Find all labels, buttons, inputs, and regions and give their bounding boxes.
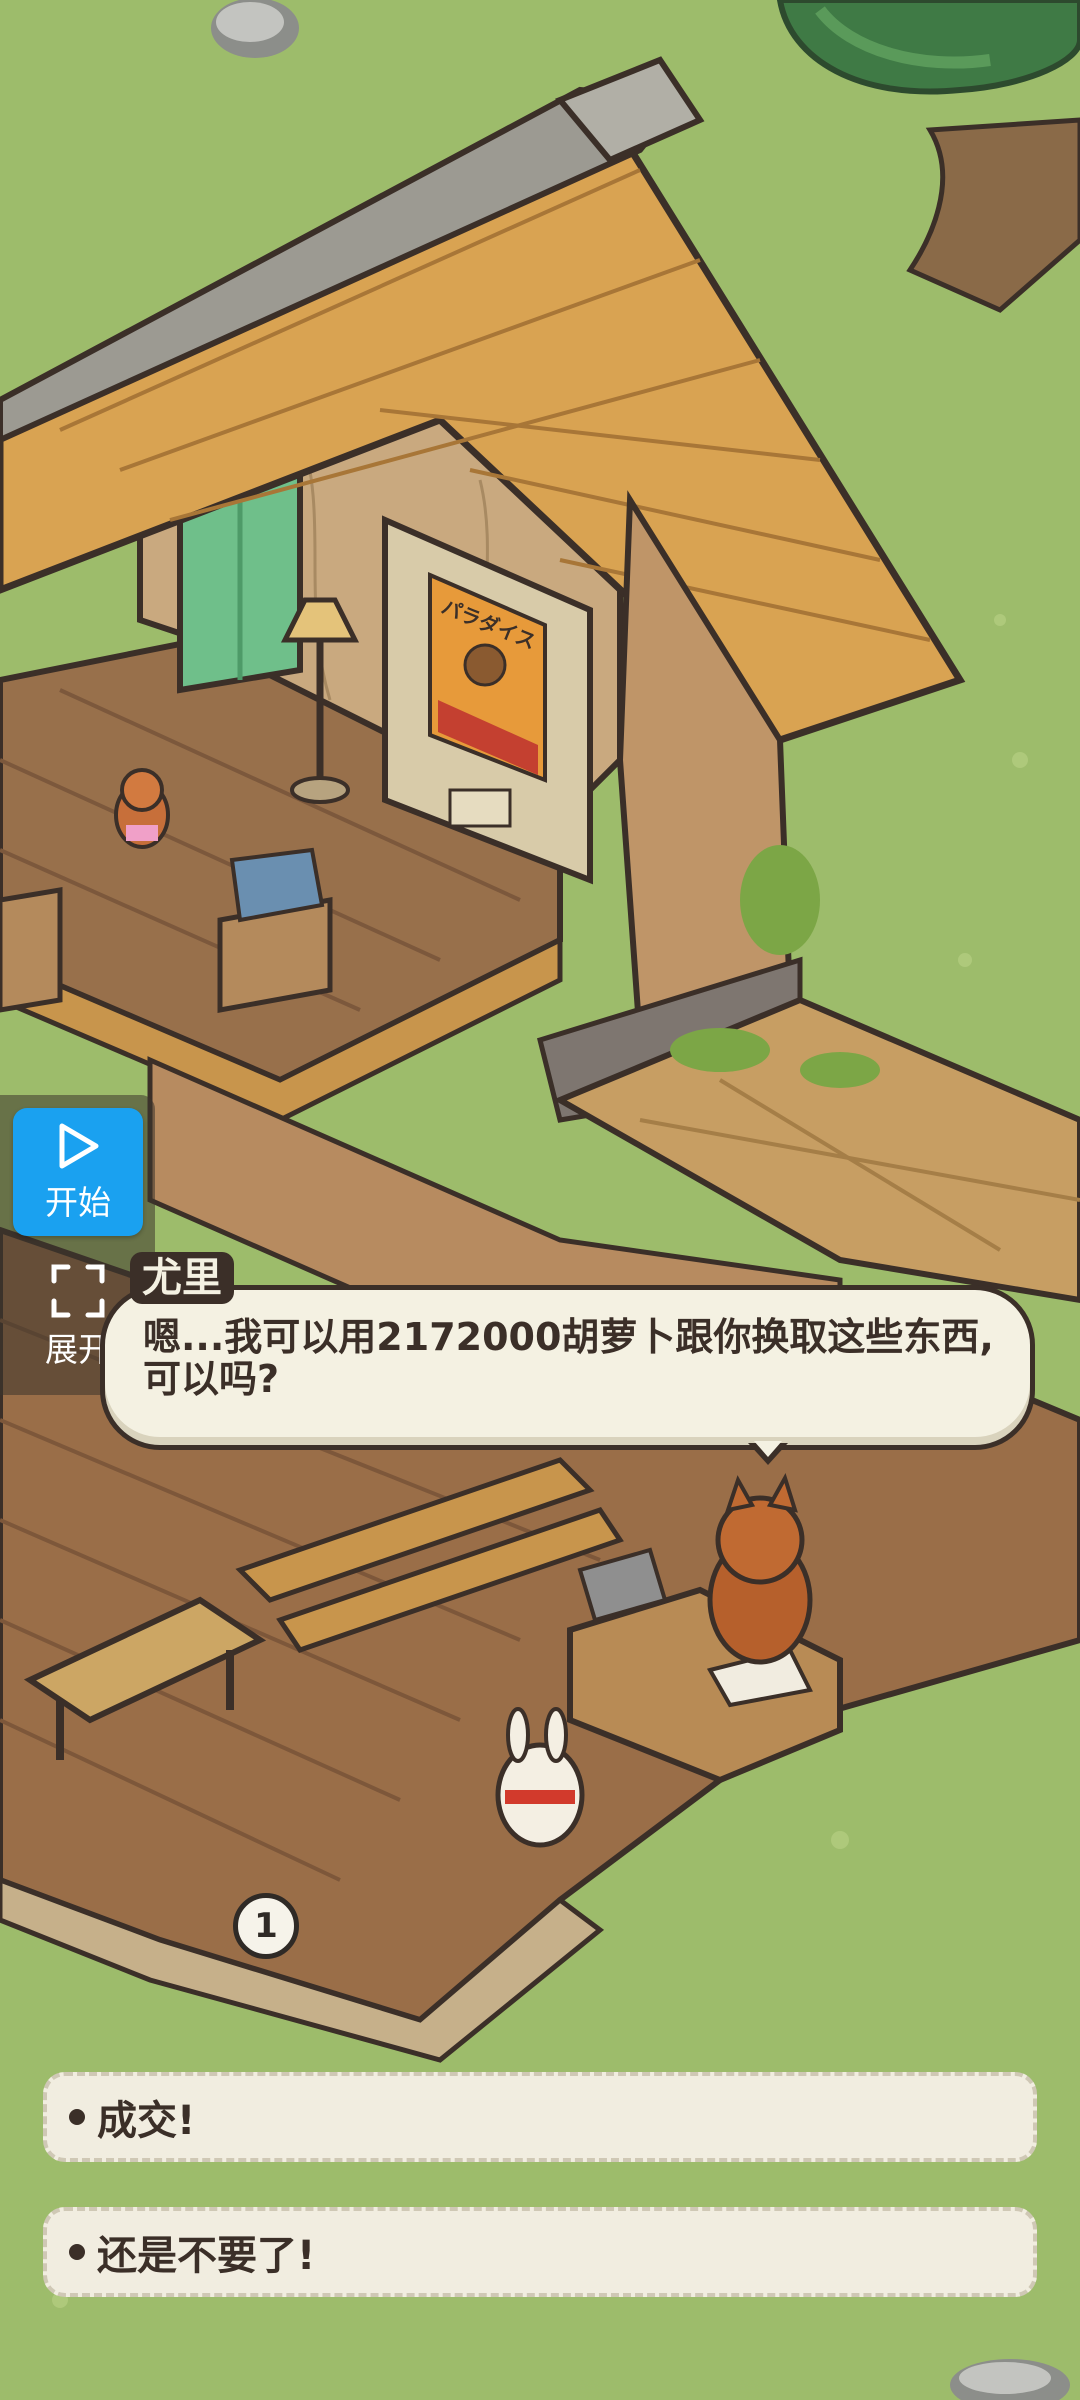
fox-small — [114, 768, 170, 849]
pedestal-notebook — [217, 847, 333, 1013]
game-scene: パラダイス — [0, 0, 1080, 2400]
dialog-line: 嗯...我可以用2172000胡萝卜跟你换取这些东西, — [143, 1315, 994, 1359]
bullet-icon — [69, 2109, 85, 2125]
start-label: 开始 — [45, 1183, 111, 1222]
dialog-tail-inner — [754, 1441, 782, 1457]
choice-label: 成交! — [97, 2098, 196, 2144]
bullet-icon — [69, 2244, 85, 2260]
expand-icon — [51, 1264, 105, 1318]
number-marker: 1 — [233, 1893, 299, 1959]
speaker-name: 尤里 — [130, 1252, 234, 1304]
choice-decline-button[interactable]: 还是不要了! — [43, 2207, 1037, 2297]
game-screen: パラダイス 开始 展开 尤里 嗯...我可以用2172000胡萝卜跟你换取这些东… — [0, 0, 1080, 2400]
dialog-line: 可以吗? — [143, 1357, 280, 1401]
rock-bottom — [950, 2359, 1070, 2400]
choice-label: 还是不要了! — [97, 2233, 316, 2279]
tree — [776, 0, 1080, 313]
rock-top — [211, 0, 299, 58]
dialog-text: 嗯...我可以用2172000胡萝卜跟你换取这些东西, 可以吗? — [143, 1316, 1013, 1400]
choice-accept-button[interactable]: 成交! — [43, 2072, 1037, 2162]
play-icon — [59, 1123, 99, 1169]
pedestal-left — [0, 887, 63, 1013]
start-button[interactable]: 开始 — [13, 1108, 143, 1236]
